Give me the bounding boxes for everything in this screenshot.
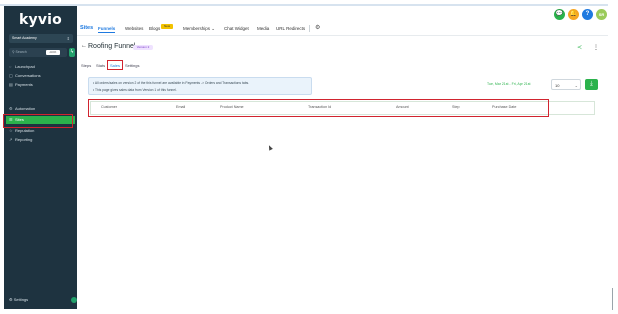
version-badge: Version 2 (133, 45, 153, 50)
sidebar-item-settings[interactable]: ⚙ Settings (6, 296, 75, 304)
highlight-annotation-sales-tab (107, 60, 123, 70)
download-button[interactable]: ⤓ (585, 79, 598, 90)
sidebar-item-label: Conversations (15, 73, 41, 78)
search-shortcut: ctrl K (46, 50, 60, 55)
collapse-sidebar-icon[interactable] (71, 297, 77, 303)
info-line-1: • All orders/sales on version 2 of the t… (93, 81, 250, 85)
tab-steps[interactable]: Steps (81, 63, 91, 68)
info-line-2: • This page gives sales data from Versio… (93, 88, 177, 92)
date-range-picker[interactable]: Tue, Mar 21st - Fri, Apr 21st (487, 82, 530, 86)
sidebar-item-reputation[interactable]: ☆ Reputation (6, 127, 75, 135)
scrollbar[interactable] (612, 288, 613, 310)
new-badge: New (161, 24, 173, 29)
chat-icon[interactable]: 💬 (554, 9, 565, 20)
back-arrow-icon[interactable]: ← (81, 43, 87, 49)
page-size-value: 10 (555, 83, 560, 88)
tab-settings[interactable]: Settings (125, 63, 139, 68)
top-navigation: Sites Funnels Websites Blogs New Members… (77, 6, 608, 36)
help-icon[interactable]: ? (582, 9, 593, 20)
sidebar-item-label: Reputation (15, 128, 35, 133)
sidebar-item-label: Settings (13, 297, 29, 302)
notifications-bell-icon[interactable]: 🔔 (568, 9, 579, 20)
sidebar-item-payments[interactable]: ▤ Payments (6, 81, 75, 89)
tab-blogs[interactable]: Blogs (149, 26, 160, 31)
quick-action-bolt-icon[interactable]: ϟ (69, 48, 75, 57)
info-alert: • All orders/sales on version 2 of the t… (88, 77, 312, 95)
download-icon: ⤓ (590, 81, 593, 87)
tab-stats[interactable]: Stats (96, 63, 105, 68)
user-avatar[interactable]: SR (596, 9, 607, 20)
sidebar-item-label: Reporting (15, 137, 33, 142)
tab-websites[interactable]: Websites (125, 26, 143, 31)
sidebar-item-label: Payments (15, 82, 33, 87)
search-placeholder: Search (15, 50, 27, 54)
sidebar-item-label: Launchpad (15, 64, 35, 69)
section-title: Sites (80, 25, 94, 31)
sidebar-item-label: Automation (15, 106, 36, 111)
chevron-down-icon: ⌄ (574, 83, 578, 88)
tab-memberships[interactable]: Memberships ⌄ (183, 26, 215, 32)
more-options-icon[interactable]: ⋮ (593, 44, 599, 51)
mouse-cursor-icon (267, 144, 273, 151)
page-size-select[interactable]: 10 ⌄ (551, 79, 581, 90)
settings-gear-icon[interactable]: ⚙ (315, 24, 320, 31)
sidebar: kyvio Smart Academy ⇕ ⚲ Search ctrl K ϟ … (4, 6, 77, 309)
search-input[interactable]: ⚲ Search ctrl K (9, 48, 67, 57)
account-name: Smart Academy (12, 36, 37, 40)
sidebar-item-automation[interactable]: ⚙ Automation (6, 105, 75, 113)
tab-media[interactable]: Media (257, 26, 269, 31)
tab-url-redirects[interactable]: URL Redirects (276, 26, 305, 31)
highlight-annotation-table (88, 99, 549, 117)
app-logo[interactable]: kyvio (4, 12, 77, 28)
highlight-annotation-sites (3, 114, 73, 128)
logo-text: kyvio (19, 12, 62, 28)
page-title: Roofing Funnel (88, 43, 136, 50)
nav-divider (309, 25, 310, 32)
tab-chat-widget[interactable]: Chat Widget (224, 26, 249, 31)
sidebar-item-launchpad[interactable]: ◌ Launchpad (6, 63, 75, 71)
chevron-updown-icon: ⇕ (66, 36, 70, 41)
tab-funnels[interactable]: Funnels (98, 26, 116, 33)
account-switcher[interactable]: Smart Academy ⇕ (9, 34, 73, 43)
sidebar-item-reporting[interactable]: ↗ Reporting (6, 136, 75, 144)
share-icon[interactable]: ≺ (577, 44, 582, 51)
sidebar-item-conversations[interactable]: ▢ Conversations (6, 72, 75, 80)
app-window: kyvio Smart Academy ⇕ ⚲ Search ctrl K ϟ … (0, 0, 618, 314)
